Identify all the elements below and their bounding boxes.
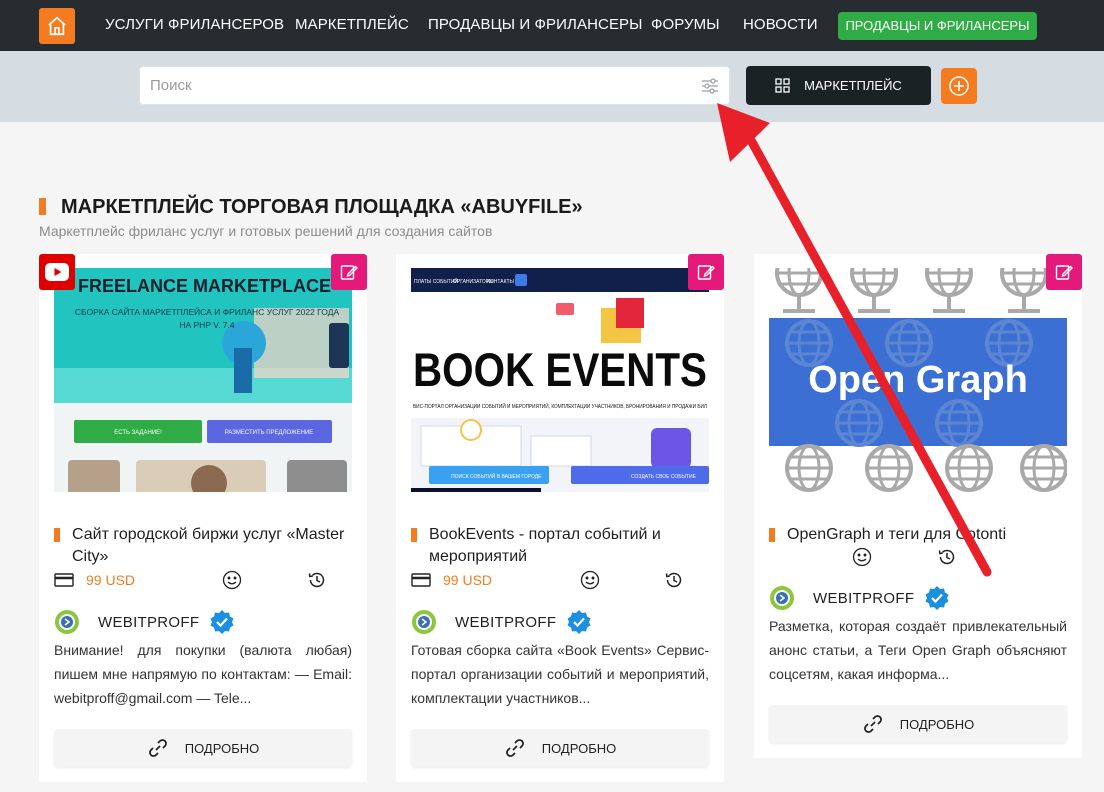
card-title[interactable]: Сайт городской биржи услуг «Master City» [54,524,354,568]
price: 99 USD [86,572,136,588]
thumbnail-image: ПЛАТЫ СОБЫТИЙ ОРГАНИЗАТОРЫ КОНТАКТЫ BOOK… [411,268,709,492]
price-row: 99 USD [411,570,492,590]
card-title[interactable]: OpenGraph и теги для Cotonti [769,524,1069,546]
smile-icon[interactable] [852,547,872,567]
credit-card-icon [54,573,74,587]
link-icon [863,715,882,733]
section-accent-bar [39,198,46,215]
filter-sliders-icon[interactable] [700,76,720,96]
edit-button[interactable] [688,254,724,290]
verified-badge-icon [925,586,949,610]
details-button-label: ПОДРОБНО [541,740,617,756]
thumbnail-btn2: СОЗДАТЬ СВОЕ СОБЫТИЕ [631,474,697,480]
search-input[interactable] [139,66,730,105]
home-icon [48,16,66,36]
thumbnail-subline: ВИС-ПОРТАЛ ОРГАНИЗАЦИИ СОБЫТИЙ И МЕРОПРИ… [413,402,707,410]
webitproff-logo-icon [412,610,436,634]
product-card: Open Graph OpenGraph и теги для Cotonti … [754,254,1082,758]
credit-card-icon [411,573,431,587]
top-navigation: УСЛУГИ ФРИЛАНСЕРОВ МАРКЕТПЛЕЙС ПРОДАВЦЫ … [0,0,1104,51]
details-button[interactable]: ПОДРОБНО [411,729,709,767]
sellers-green-button[interactable]: ПРОДАВЦЫ И ФРИЛАНСЕРЫ [838,12,1037,40]
verified-badge-icon [210,610,234,634]
card-description: Разметка, которая создаёт привлекательны… [769,618,1067,682]
price-row: 99 USD [54,570,135,590]
marketplace-button-label: МАРКЕТПЛЕЙС [804,78,902,93]
youtube-button[interactable] [39,254,75,290]
author-row[interactable]: WEBITPROFF [411,609,592,635]
thumbnail-headline: BOOK EVENTS [413,343,707,396]
marketplace-button[interactable]: МАРКЕТПЛЕЙС [746,66,931,105]
card-description: Внимание! для покупки (валюта любая) пиш… [54,642,352,706]
card-title[interactable]: BookEvents - портал событий и мероприяти… [411,524,711,568]
section-title: МАРКЕТПЛЕЙС ТОРГОВАЯ ПЛОЩАДКА «ABUYFILE» [61,196,583,218]
card-thumbnail[interactable]: FREELANCE MARKETPLACE СБОРКА САЙТА МАРКЕ… [54,268,352,492]
webitproff-logo-icon [770,586,794,610]
thumbnail-headline: Open Graph [808,359,1028,401]
edit-icon [1055,265,1073,280]
details-button[interactable]: ПОДРОБНО [769,705,1067,743]
nav-item-freelancer-services[interactable]: УСЛУГИ ФРИЛАНСЕРОВ [105,0,284,51]
details-button-label: ПОДРОБНО [899,716,975,732]
section-subtitle: Маркетплейс фриланс услуг и готовых реше… [39,223,493,239]
smile-icon[interactable] [222,570,242,590]
link-icon [505,739,524,757]
plus-circle-icon [949,76,969,96]
history-icon[interactable] [664,570,684,590]
edit-button[interactable] [1046,254,1082,290]
author-row[interactable]: WEBITPROFF [54,609,235,635]
edit-icon [697,265,715,280]
thumbnail-btn1: ЕСТЬ ЗАДАНИЕ! [114,430,162,436]
verified-badge-icon [567,610,591,634]
history-icon[interactable] [307,570,327,590]
author-name: WEBITPROFF [455,613,557,631]
nav-item-forums[interactable]: ФОРУМЫ [651,0,720,51]
thumbnail-btn2: РАЗМЕСТИТЬ ПРЕДЛОЖЕНИЕ [225,430,314,436]
smile-icon[interactable] [580,570,600,590]
price: 99 USD [443,572,493,588]
thumbnail-image: FREELANCE MARKETPLACE СБОРКА САЙТА МАРКЕ… [54,268,352,492]
card-thumbnail[interactable]: ПЛАТЫ СОБЫТИЙ ОРГАНИЗАТОРЫ КОНТАКТЫ BOOK… [411,268,709,492]
product-card: FREELANCE MARKETPLACE СБОРКА САЙТА МАРКЕ… [39,254,367,782]
add-button[interactable] [941,68,977,104]
search-bar: МАРКЕТПЛЕЙС [0,51,1104,122]
home-button[interactable] [39,8,75,44]
thumbnail-btn1: ПОИСК СОБЫТИЙ В ВАШЕМ ГОРОДЕ [451,472,542,480]
link-icon [148,739,167,757]
card-thumbnail[interactable]: Open Graph [769,268,1067,492]
author-name: WEBITPROFF [98,613,200,631]
nav-item-sellers[interactable]: ПРОДАВЦЫ И ФРИЛАНСЕРЫ [428,0,643,51]
author-row[interactable]: WEBITPROFF [769,585,950,611]
thumbnail-top3: КОНТАКТЫ [487,279,515,285]
thumbnail-headline: FREELANCE MARKETPLACE [78,276,331,296]
author-name: WEBITPROFF [813,589,915,607]
history-icon[interactable] [937,547,957,567]
card-description: Готовая сборка сайта «Book Events» Серви… [411,642,709,706]
edit-icon [340,265,358,280]
thumbnail-top1: ПЛАТЫ СОБЫТИЙ [414,277,458,285]
details-button-label: ПОДРОБНО [184,740,260,756]
details-button[interactable]: ПОДРОБНО [54,729,352,767]
edit-button[interactable] [331,254,367,290]
thumbnail-image: Open Graph [769,268,1067,492]
nav-item-marketplace[interactable]: МАРКЕТПЛЕЙС [295,0,409,51]
grid-icon [775,78,790,93]
thumbnail-subline: СБОРКА САЙТА МАРКЕТПЛЕЙСА И ФРИЛАНС УСЛУ… [74,307,340,330]
product-card: ПЛАТЫ СОБЫТИЙ ОРГАНИЗАТОРЫ КОНТАКТЫ BOOK… [396,254,724,782]
youtube-icon [45,263,69,281]
nav-item-news[interactable]: НОВОСТИ [743,0,818,51]
webitproff-logo-icon [55,610,79,634]
